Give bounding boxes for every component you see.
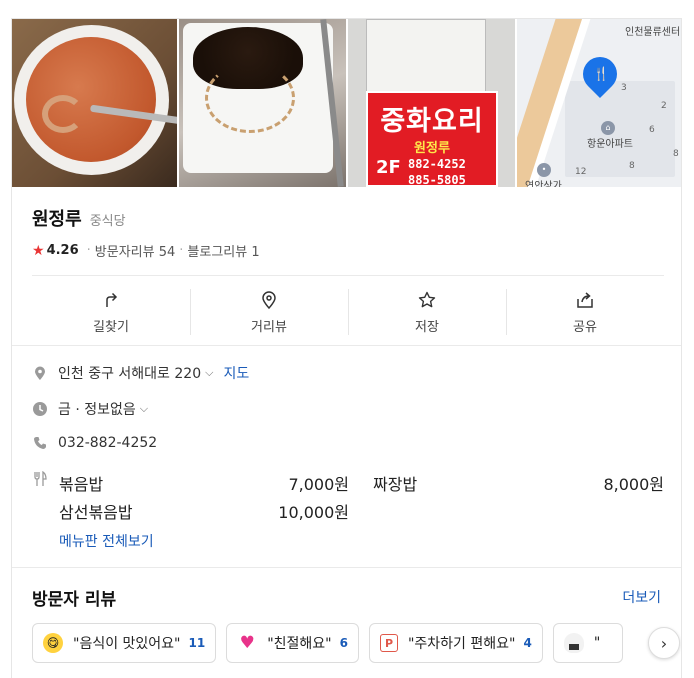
menu-item-name: 삼선볶음밥 (59, 503, 133, 522)
divider (12, 567, 681, 568)
share-label: 공유 (573, 319, 597, 335)
photo-sign[interactable]: 중화요리 원정루 2F 882-4252 885-5805 (348, 19, 515, 187)
directions-label: 길찾기 (93, 319, 129, 335)
share-button[interactable]: 공유 (506, 285, 664, 339)
place-card: 중화요리 원정루 2F 882-4252 885-5805 인천물류센터 ⌂ 항… (11, 18, 682, 678)
apartment-icon: ⌂ (601, 121, 615, 135)
photo-strip: 중화요리 원정루 2F 882-4252 885-5805 인천물류센터 ⌂ 항… (12, 19, 681, 187)
review-chip[interactable]: 😋 "음식이 맛있어요" 11 (32, 623, 217, 663)
restaurant-sign: 중화요리 원정루 2F 882-4252 885-5805 (366, 91, 498, 187)
chip-count: 4 (523, 636, 532, 650)
rating-row: ★ 4.26 · 방문자리뷰 54 · 블로그리뷰 1 (32, 241, 260, 261)
menu-item-price: 7,000원 (288, 475, 349, 494)
map-number: 6 (649, 125, 655, 135)
sign-phone-1: 882-4252 (408, 157, 466, 171)
map-number: 3 (621, 83, 627, 93)
noodle (42, 95, 84, 133)
menu-item-name: 볶음밥 (59, 475, 104, 494)
hours-text[interactable]: 금 · 정보없음 (58, 399, 136, 419)
review-chip[interactable]: " (552, 623, 623, 663)
place-name: 원정루 (32, 209, 82, 230)
location-pin-icon (35, 366, 45, 380)
photo-soup[interactable] (12, 19, 177, 187)
address-row: 인천 중구 서해대로 220 ⌵ 지도 (32, 363, 249, 383)
clock-icon (33, 402, 47, 416)
chip-text: "음식이 맛있어요" (73, 636, 181, 652)
poi-icon: • (537, 163, 551, 177)
photo-map[interactable]: 인천물류센터 ⌂ 항운아파트 • 연안상가 3 2 6 8 12 8 🍴 (517, 19, 681, 187)
chevron-down-icon[interactable]: ⌵ (205, 366, 213, 380)
phone-icon (34, 437, 46, 449)
chip-text: " (593, 635, 601, 651)
sign-subtitle: 원정루 (414, 141, 450, 156)
sign-title: 중화요리 (380, 106, 484, 137)
map-label-apt: 항운아파트 (587, 139, 633, 150)
map-link[interactable]: 지도 (223, 363, 249, 383)
sign-floor: 2F (376, 157, 401, 178)
street-view-icon (262, 290, 276, 309)
menu-item: 볶음밥 7,000원 (59, 471, 349, 495)
separator-dot: · (179, 243, 184, 258)
review-keyword-chips: 😋 "음식이 맛있어요" 11 ♥ "친절해요" 6 P "주차하기 편해요" … (32, 623, 633, 663)
save-label: 저장 (415, 319, 439, 335)
star-icon: ★ (32, 242, 45, 259)
chip-count: 11 (188, 636, 206, 650)
menu-item-price: 8,000원 (603, 475, 664, 494)
phone-text[interactable]: 032-882-4252 (58, 435, 157, 451)
map-block (565, 81, 675, 177)
soup (26, 37, 156, 162)
heart-icon: ♥ (239, 633, 255, 653)
menu-item: 삼선볶음밥 10,000원 (59, 499, 349, 523)
yum-face-icon: 😋 (43, 633, 63, 653)
share-icon (577, 291, 593, 308)
title-row: 원정루 중식당 (32, 205, 126, 231)
address-text[interactable]: 인천 중구 서해대로 220 (58, 363, 201, 383)
view-full-menu-link[interactable]: 메뉴판 전체보기 (59, 531, 154, 551)
street-view-button[interactable]: 거리뷰 (190, 285, 348, 339)
noodles (205, 63, 295, 133)
directions-button[interactable]: 길찾기 (32, 285, 190, 339)
map-label-bottom: 연안상가 (525, 181, 562, 187)
chip-count: 6 (339, 636, 348, 650)
whiteboard (366, 19, 486, 99)
menu-utensils-icon (34, 471, 47, 486)
reviews-title: 방문자 리뷰 (32, 590, 117, 610)
rating-score: 4.26 (46, 243, 79, 258)
blog-review-count[interactable]: 블로그리뷰 1 (187, 241, 259, 260)
menu-item: 짜장밥 8,000원 (373, 471, 664, 495)
star-icon (418, 291, 436, 307)
map-number: 12 (575, 167, 587, 177)
separator-dot: · (86, 243, 91, 258)
map-number: 8 (673, 149, 679, 159)
directions-icon (106, 292, 118, 307)
photo-jjajang[interactable] (179, 19, 346, 187)
reviews-more-link[interactable]: 더보기 (622, 587, 661, 607)
visitor-review-count[interactable]: 방문자리뷰 54 (95, 241, 175, 260)
rice-ball-icon (563, 633, 584, 653)
restaurant-icon: 🍴 (593, 67, 610, 82)
menu-item-price: 10,000원 (278, 503, 349, 522)
divider (32, 275, 664, 276)
menu-item-name: 짜장밥 (373, 475, 418, 494)
chip-text: "친절해요" (267, 636, 332, 652)
review-chip[interactable]: ♥ "친절해요" 6 (226, 623, 359, 663)
street-view-label: 거리뷰 (251, 319, 287, 335)
action-bar: 길찾기 거리뷰 저장 공유 (32, 285, 664, 339)
chip-text: "주차하기 편해요" (407, 636, 516, 652)
map-number: 2 (661, 101, 667, 111)
save-button[interactable]: 저장 (348, 285, 506, 339)
sign-phone-2: 885-5805 (408, 173, 466, 187)
hours-row: 금 · 정보없음 ⌵ (32, 399, 148, 419)
chevron-down-icon[interactable]: ⌵ (140, 402, 148, 416)
phone-row: 032-882-4252 (32, 435, 157, 451)
parking-icon: P (379, 634, 398, 652)
map-label-top: 인천물류센터 (625, 27, 681, 38)
divider (12, 345, 681, 346)
place-category: 중식당 (89, 214, 126, 229)
review-chip[interactable]: P "주차하기 편해요" 4 (368, 623, 543, 663)
chevron-right-icon[interactable]: › (648, 627, 680, 659)
map-number: 8 (629, 161, 635, 171)
